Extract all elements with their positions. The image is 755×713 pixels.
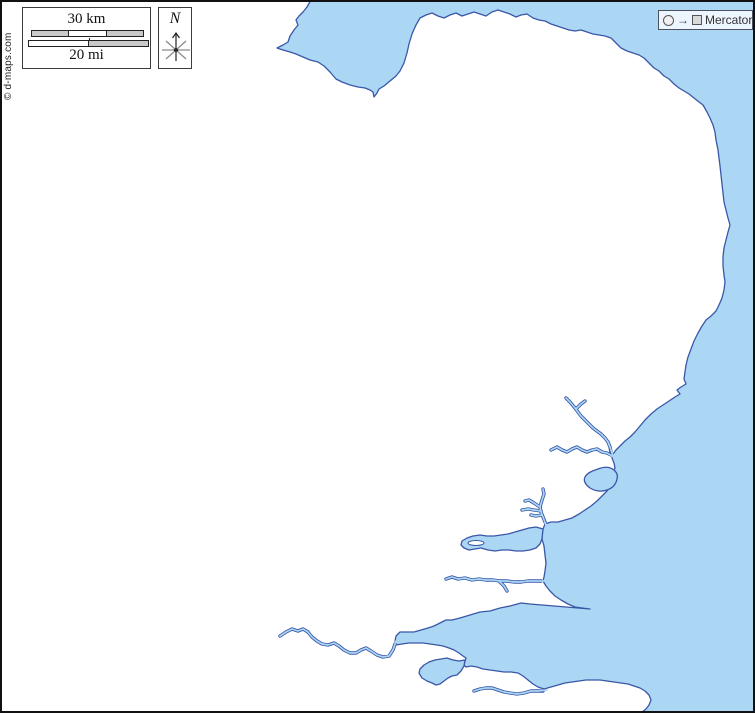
river-thames	[280, 629, 396, 657]
map-page: 30 km 20 mi N → Mercator © d-ma	[0, 0, 755, 713]
river-colne	[522, 489, 546, 525]
estuary-blackwater	[461, 527, 543, 551]
scale-km-bar	[31, 30, 144, 37]
projection-plane-icon	[692, 15, 702, 25]
blackwater-island	[468, 541, 484, 546]
projection-label: Mercator	[705, 13, 752, 27]
map-canvas	[0, 0, 755, 713]
compass-icon	[159, 28, 193, 66]
projection-globe-icon	[663, 15, 674, 26]
sea-shape	[277, 0, 755, 713]
north-box: N	[158, 7, 192, 69]
copyright-text: © d-maps.com	[3, 8, 14, 100]
river-swale	[474, 688, 547, 694]
north-label: N	[159, 10, 191, 28]
estuary-hamford-water	[584, 467, 617, 491]
scale-mi-label: 20 mi	[23, 48, 150, 63]
projection-arrow-icon: →	[677, 14, 689, 26]
scale-mi-bar	[28, 40, 149, 47]
scale-km-label: 30 km	[23, 12, 150, 27]
river-crouch	[446, 577, 545, 591]
river-stour	[551, 447, 614, 457]
projection-box: → Mercator	[658, 10, 753, 30]
estuary-medway	[419, 658, 465, 685]
scale-box: 30 km 20 mi	[22, 7, 151, 69]
